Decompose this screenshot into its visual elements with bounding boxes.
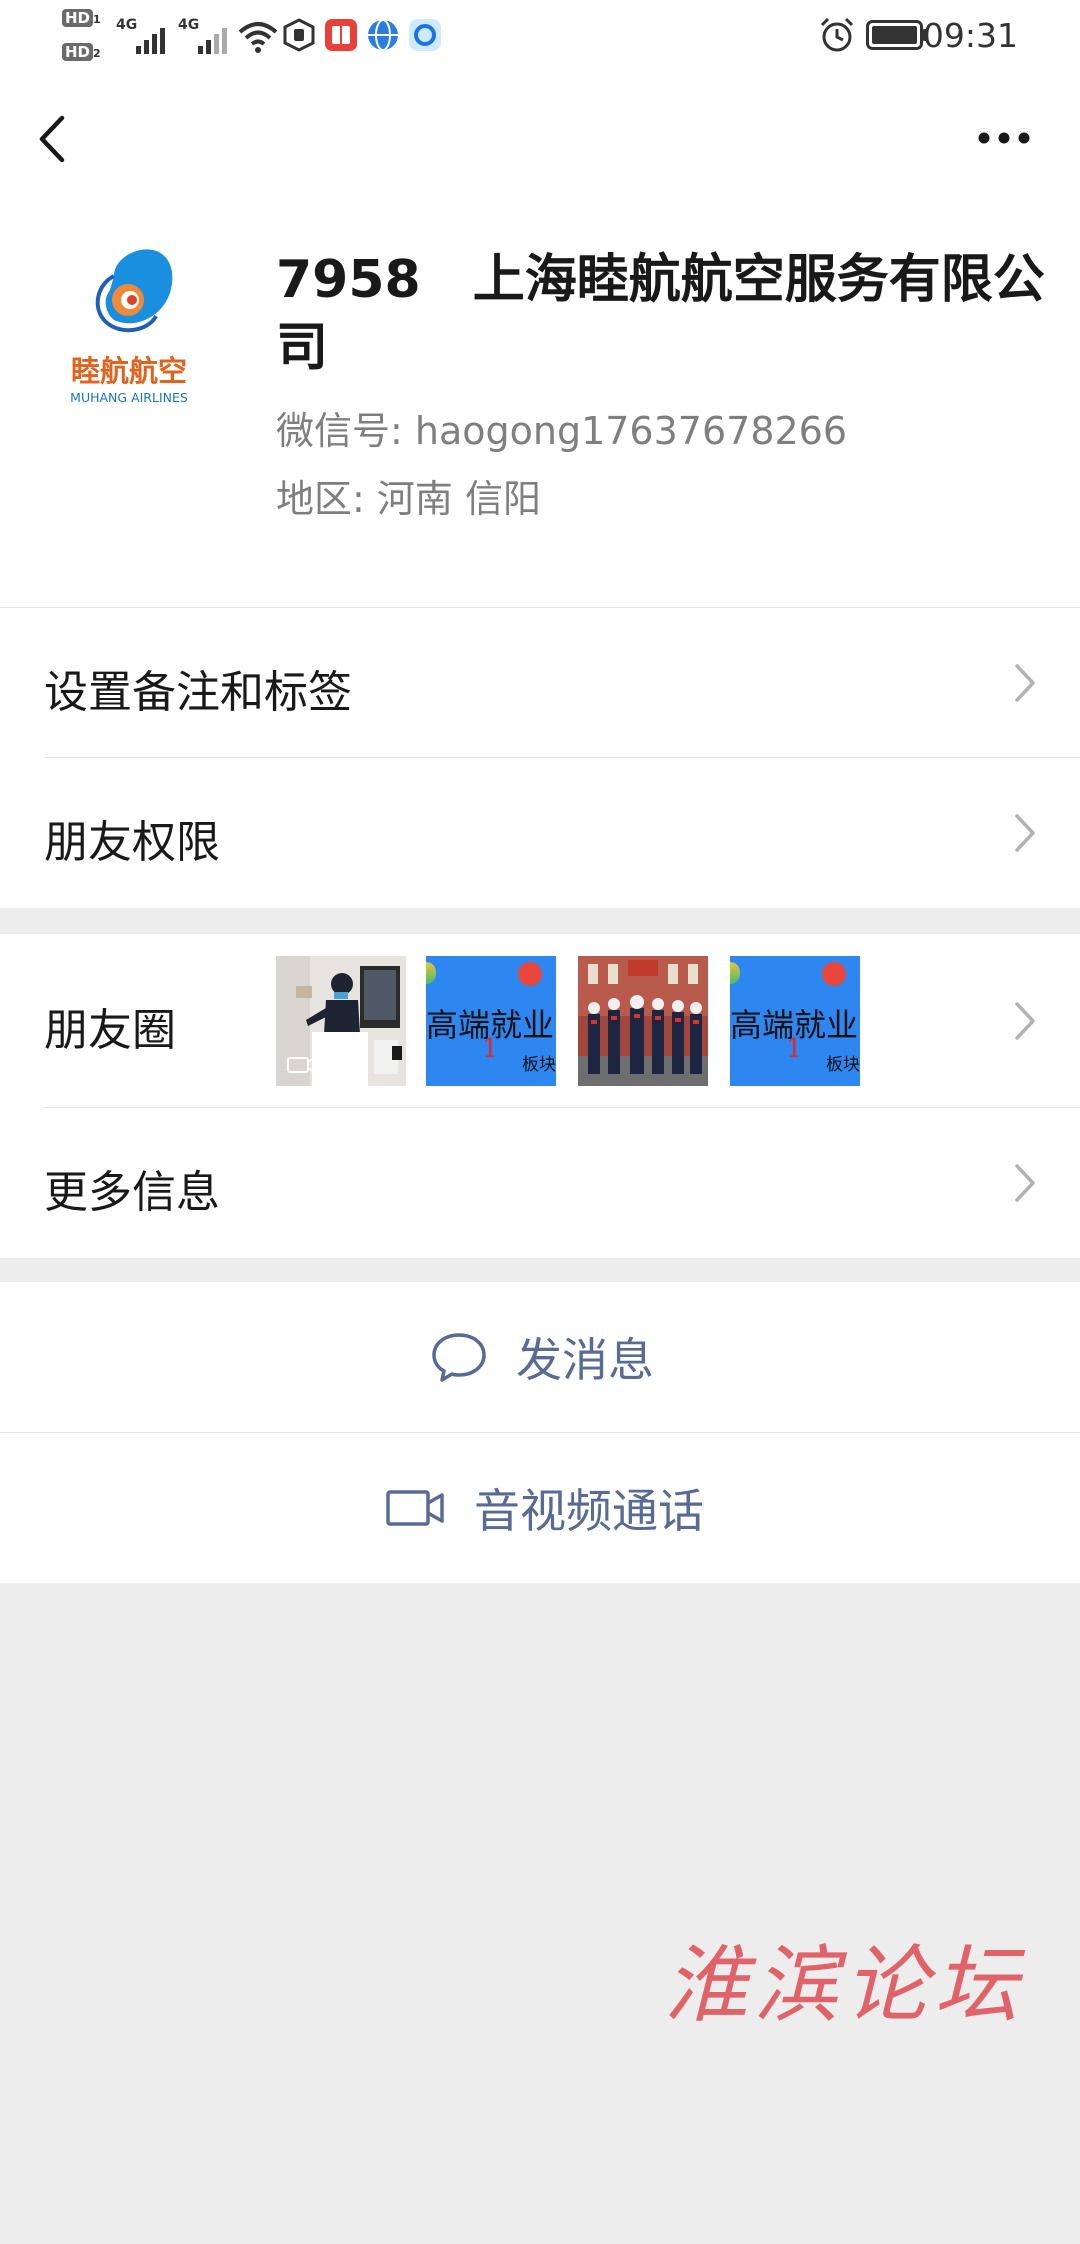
status-bar: HD 1 HD 2 4G 4G 09:31 (0, 0, 1080, 74)
chevron-right-icon (1015, 814, 1035, 852)
alarm-icon (820, 17, 854, 52)
more-button[interactable] (970, 110, 1040, 170)
more-dots-icon (978, 132, 1030, 144)
row-label: 更多信息 (44, 1167, 220, 1218)
region: 地区: 河南 信阳 (276, 477, 541, 521)
status-time: 09:31 (922, 16, 1018, 55)
svg-text:睦航航空: 睦航航空 (71, 354, 187, 388)
chevron-left-icon (39, 115, 65, 163)
sim1-indicator: HD 1 (62, 8, 101, 28)
moments-thumbnail[interactable]: 高端就业 1 板块 (730, 956, 860, 1086)
wifi-icon (238, 22, 278, 53)
chevron-right-icon (1015, 1164, 1035, 1202)
friend-permissions-row[interactable]: 朋友权限 (0, 758, 1080, 908)
row-label: 朋友圈 (44, 1005, 176, 1056)
logo-icon (518, 962, 542, 986)
logo-icon (822, 962, 846, 986)
send-message-label: 发消息 (516, 1333, 654, 1387)
set-remark-and-tags-row[interactable]: 设置备注和标签 (0, 608, 1080, 758)
browser-icon (368, 19, 398, 51)
avatar[interactable]: 睦航航空 MUHANG AIRLINES (44, 228, 214, 418)
svg-text:MUHANG AIRLINES: MUHANG AIRLINES (70, 390, 188, 405)
muhang-airlines-logo: 睦航航空 MUHANG AIRLINES (70, 249, 188, 405)
back-button[interactable] (28, 104, 88, 174)
moments-thumbnail[interactable]: 高端就业 1 板块 (426, 956, 556, 1086)
contact-name: 7958 上海睦航航空服务有限公司 (276, 250, 1045, 378)
hd-icon: HD (62, 9, 94, 27)
battery-icon (866, 20, 927, 50)
wechat-id: 微信号: haogong17637678266 (276, 409, 848, 453)
crew-photo-image (578, 956, 708, 1086)
app-notification-icon (325, 19, 357, 51)
row-label: 朋友权限 (44, 817, 220, 868)
signal-icon: 4G (178, 14, 227, 54)
chevron-right-icon (1015, 664, 1035, 702)
send-message-button[interactable]: 发消息 (0, 1282, 1080, 1432)
chevron-right-icon (1015, 1002, 1035, 1040)
hd-icon: HD (62, 43, 94, 61)
audio-video-call-label: 音视频通话 (474, 1484, 704, 1538)
chat-bubble-icon (432, 1333, 486, 1382)
video-thumbnail-image (276, 956, 406, 1086)
moments-thumbnail[interactable] (276, 956, 406, 1086)
moments-row[interactable]: 朋友圈 高端就业 1 板块 高端就业 1 板块 (0, 934, 1080, 1108)
row-label: 设置备注和标签 (44, 667, 352, 718)
forum-watermark: 淮滨论坛 (664, 1936, 1025, 2034)
audio-video-call-button[interactable]: 音视频通话 (0, 1433, 1080, 1583)
app-icon (409, 19, 441, 51)
moments-thumbnail[interactable] (578, 956, 708, 1086)
vpn-icon (283, 18, 315, 52)
more-info-row[interactable]: 更多信息 (0, 1108, 1080, 1258)
signal-icon: 4G (116, 14, 165, 54)
video-camera-icon (386, 1490, 444, 1526)
sim2-indicator: HD 2 (62, 42, 101, 62)
